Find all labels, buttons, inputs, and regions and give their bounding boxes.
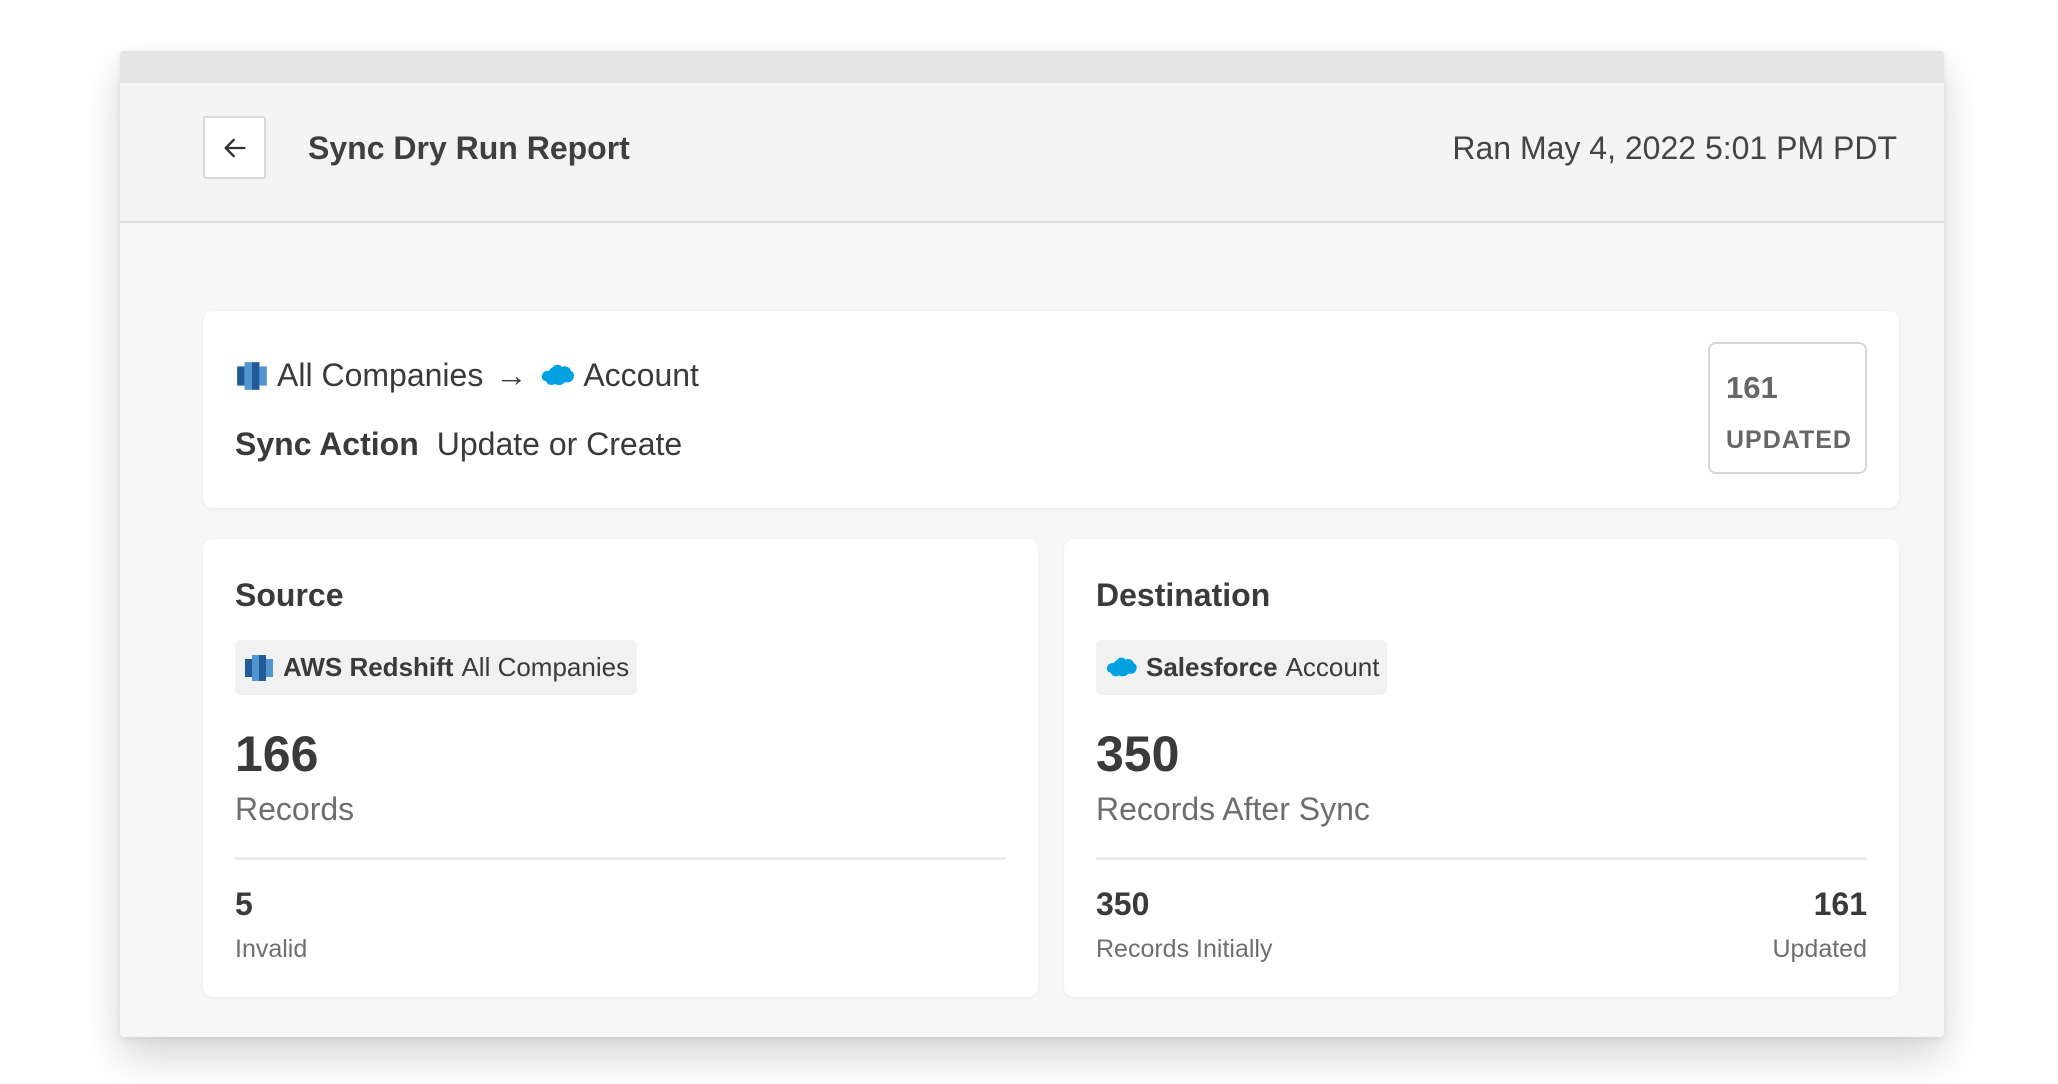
sync-action-label: Sync Action: [235, 426, 419, 462]
destination-panel: Destination Salesforce Account 350 Recor…: [1064, 539, 1899, 997]
updated-label: Updated: [1772, 935, 1867, 963]
back-button[interactable]: [203, 116, 266, 179]
mapping-arrow: →: [495, 357, 528, 393]
source-panel: Source AWS Redshift All Companies 166 Re…: [203, 539, 1038, 997]
sync-summary-card: All Companies → Account Sync Action Upda…: [203, 311, 1899, 508]
destination-connector-chip: Salesforce Account: [1096, 640, 1388, 695]
source-records-label: Records: [235, 791, 355, 827]
salesforce-icon: [1106, 657, 1137, 676]
updated-count: 161: [1813, 886, 1867, 922]
source-connector-chip: AWS Redshift All Companies: [235, 640, 638, 695]
badge-count: 161: [1726, 370, 1778, 405]
run-timestamp: Ran May 4, 2022 5:01 PM PDT: [1452, 130, 1897, 166]
initial-records-count: 350: [1096, 886, 1150, 922]
page-title: Sync Dry Run Report: [308, 130, 630, 166]
initial-records-stat: 350 Records Initially: [1096, 886, 1272, 964]
invalid-label: Invalid: [235, 935, 308, 963]
arrow-left-icon: [224, 138, 245, 157]
sync-action-value: Update or Create: [436, 426, 683, 462]
source-model-name: All Companies: [277, 357, 484, 393]
report-window: Sync Dry Run Report Ran May 4, 2022 5:01…: [120, 51, 1944, 1037]
destination-object-name: Account: [583, 357, 699, 393]
salesforce-icon: [542, 364, 575, 385]
destination-object-name: Account: [1285, 652, 1380, 682]
source-model-name: All Companies: [461, 652, 630, 682]
updated-stat: 161 Updated: [1772, 886, 1867, 964]
sync-action: Sync Action Update or Create: [235, 426, 682, 463]
invalid-stat: 5 Invalid: [235, 886, 307, 964]
source-connector-name: AWS Redshift: [283, 652, 454, 682]
destination-records-count: 350: [1096, 726, 1180, 782]
divider: [1096, 857, 1867, 860]
destination-connector-name: Salesforce: [1146, 652, 1278, 682]
redshift-icon: [237, 361, 267, 390]
window-titlebar: [120, 51, 1944, 83]
invalid-count: 5: [235, 886, 253, 922]
destination-records-label: Records After Sync: [1096, 791, 1370, 827]
report-header: Sync Dry Run Report Ran May 4, 2022 5:01…: [120, 83, 1944, 223]
source-records-count: 166: [235, 726, 319, 782]
source-title: Source: [235, 577, 344, 613]
updated-count-badge: 161 UPDATED: [1708, 342, 1867, 474]
divider: [235, 857, 1006, 860]
destination-title: Destination: [1096, 577, 1271, 613]
initial-records-label: Records Initially: [1096, 935, 1273, 963]
redshift-icon: [245, 654, 273, 681]
badge-label: UPDATED: [1726, 426, 1852, 454]
sync-mapping: All Companies → Account: [235, 357, 699, 394]
